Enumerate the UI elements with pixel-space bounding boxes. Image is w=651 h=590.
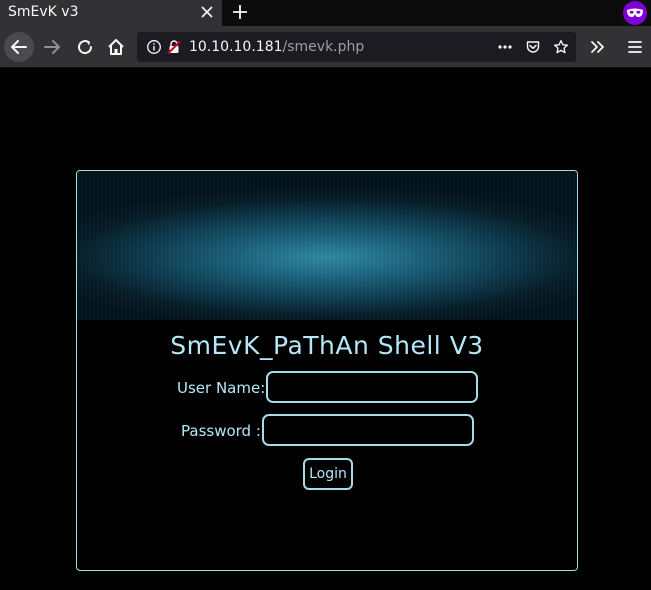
back-button[interactable] bbox=[4, 32, 34, 62]
username-input[interactable] bbox=[266, 371, 478, 403]
home-button[interactable] bbox=[101, 32, 131, 62]
star-icon[interactable] bbox=[553, 39, 569, 55]
password-input[interactable] bbox=[262, 414, 474, 446]
login-button[interactable]: Login bbox=[303, 458, 353, 490]
info-icon[interactable] bbox=[146, 39, 162, 55]
url-text[interactable]: 10.10.10.181/smevk.php bbox=[189, 39, 364, 55]
username-label: User Name: bbox=[177, 379, 266, 397]
plus-icon[interactable] bbox=[231, 3, 249, 21]
overflow-button[interactable] bbox=[583, 32, 613, 62]
password-label: Password : bbox=[181, 422, 261, 440]
reload-button[interactable] bbox=[70, 32, 100, 62]
page-viewport: SmEvK_PaThAn Shell V3 User Name: Passwor… bbox=[0, 69, 651, 590]
tab-strip: SmEvK v3 bbox=[0, 0, 651, 26]
url-host: 10.10.10.181 bbox=[189, 39, 283, 55]
arrow-left-icon bbox=[11, 40, 27, 54]
private-mask-icon bbox=[623, 1, 647, 25]
arrow-right-icon bbox=[44, 40, 60, 54]
reload-icon bbox=[78, 40, 93, 55]
browser-tab[interactable]: SmEvK v3 bbox=[0, 0, 222, 26]
hamburger-icon bbox=[628, 41, 642, 53]
insecure-lock-icon[interactable] bbox=[166, 39, 182, 55]
menu-button[interactable] bbox=[620, 32, 650, 62]
home-icon bbox=[108, 39, 124, 55]
banner-texture bbox=[77, 171, 577, 320]
navigation-toolbar: 10.10.10.181/smevk.php bbox=[0, 26, 651, 68]
pocket-icon[interactable] bbox=[525, 39, 541, 55]
address-bar[interactable]: 10.10.10.181/smevk.php bbox=[137, 32, 576, 62]
double-chevron-icon bbox=[591, 41, 604, 53]
url-path: /smevk.php bbox=[282, 39, 365, 55]
login-panel: SmEvK_PaThAn Shell V3 User Name: Passwor… bbox=[76, 170, 578, 571]
banner-image bbox=[77, 171, 577, 320]
close-icon[interactable] bbox=[199, 4, 215, 20]
page-title: SmEvK_PaThAn Shell V3 bbox=[170, 331, 484, 360]
tab-title: SmEvK v3 bbox=[8, 4, 79, 20]
more-dots-icon[interactable] bbox=[497, 39, 513, 55]
forward-button[interactable] bbox=[37, 32, 67, 62]
